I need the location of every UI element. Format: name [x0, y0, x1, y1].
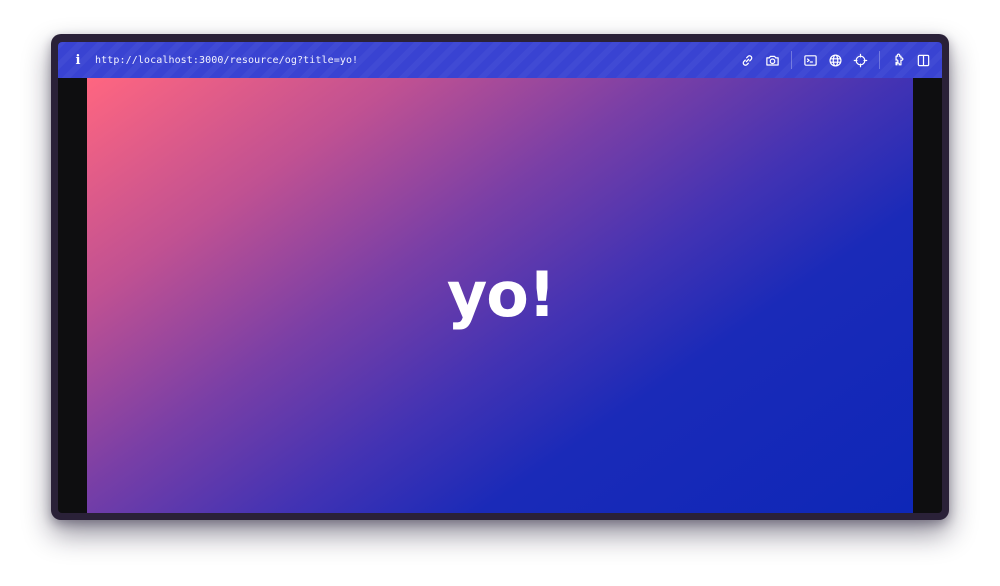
link-icon[interactable] — [737, 49, 759, 71]
toolbar-divider — [879, 51, 880, 69]
og-title: yo! — [446, 258, 556, 331]
globe-icon[interactable] — [825, 49, 847, 71]
og-image-preview: yo! — [87, 78, 913, 513]
address-bar[interactable]: http://localhost:3000/resource/og?title=… — [95, 55, 358, 66]
split-view-icon[interactable] — [913, 49, 935, 71]
info-icon[interactable]: i — [67, 49, 89, 71]
browser-window: i http://localhost:3000/resource/og?titl… — [51, 34, 949, 520]
browser-toolbar: i http://localhost:3000/resource/og?titl… — [58, 42, 942, 78]
camera-icon[interactable] — [762, 49, 784, 71]
terminal-icon[interactable] — [800, 49, 822, 71]
browser-frame: i http://localhost:3000/resource/og?titl… — [58, 42, 942, 513]
puzzle-icon[interactable] — [888, 49, 910, 71]
crosshair-icon[interactable] — [850, 49, 872, 71]
toolbar-actions — [735, 42, 936, 78]
toolbar-divider — [791, 51, 792, 69]
